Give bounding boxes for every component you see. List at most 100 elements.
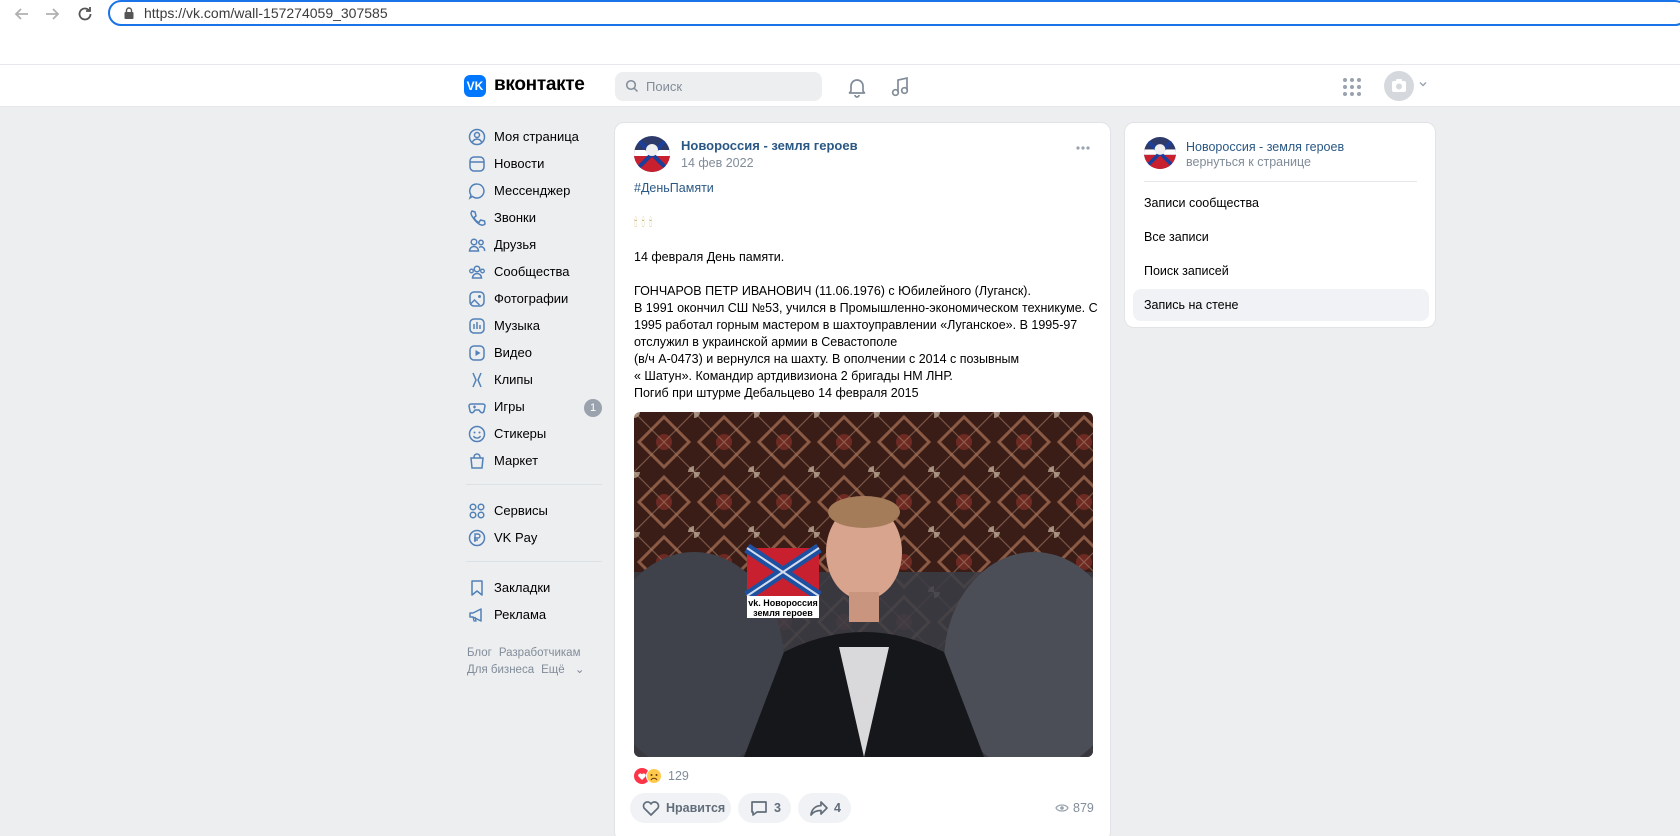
sidebar-badge: 1 [584, 399, 602, 417]
footer-blog-link[interactable]: Блог [467, 647, 492, 659]
sidebar-divider [466, 561, 602, 562]
community-name-link[interactable]: Новороссия - земля героев [1186, 140, 1344, 154]
post-author-link[interactable]: Новороссия - земля героев [681, 138, 858, 153]
sad-reaction-icon [646, 768, 662, 784]
comment-icon [751, 801, 767, 816]
sidebar-item-label: Реклама [494, 607, 547, 622]
post-hashtag-link[interactable]: #ДеньПамяти [634, 181, 714, 195]
services-icon [469, 503, 485, 519]
vk-logo-text[interactable]: вконтакте [494, 74, 585, 96]
footer-business-link[interactable]: Для бизнеса [467, 664, 534, 676]
apps-grid-icon[interactable] [1340, 75, 1364, 99]
lock-icon [124, 7, 134, 19]
post-date[interactable]: 14 фев 2022 [681, 156, 754, 170]
sidebar-item-label: Звонки [494, 210, 536, 225]
sidebar-item-label: Мессенджер [494, 183, 571, 198]
sidebar-item-services[interactable]: Сервисы [466, 498, 606, 525]
nav-all-posts[interactable]: Все записи [1133, 221, 1429, 253]
sidebar-item-phone[interactable]: Звонки [466, 205, 606, 232]
sidebar-item-vkpay[interactable]: VK Pay [466, 525, 606, 552]
post-photo[interactable]: vk. Новороссия земля героев [634, 412, 1093, 757]
phone-icon [470, 210, 486, 226]
sidebar-item-label: VK Pay [494, 530, 538, 545]
candle-emoji: 🕯🕯🕯 [634, 215, 657, 229]
sidebar-item-label: Клипы [494, 372, 533, 387]
sidebar-item-friends[interactable]: Друзья [466, 232, 606, 259]
views-count: 879 [1073, 801, 1094, 815]
avatar[interactable] [1384, 71, 1414, 101]
sidebar-item-market[interactable]: Маркет [466, 448, 606, 475]
video-icon [469, 345, 485, 361]
nav-search-posts[interactable]: Поиск записей [1133, 255, 1429, 287]
sidebar-item-bookmark[interactable]: Закладки [466, 575, 606, 602]
url-text[interactable]: https://vk.com/wall-157274059_307585 [144, 5, 388, 21]
watermark-line-2: земля героев [753, 608, 813, 618]
user-icon [468, 128, 486, 146]
community-avatar[interactable] [634, 136, 670, 172]
sidebar-item-user[interactable]: Моя страница [466, 124, 606, 151]
chevron-down-icon[interactable] [1418, 79, 1428, 89]
bell-icon[interactable] [845, 75, 869, 99]
address-bar[interactable]: https://vk.com/wall-157274059_307585 [108, 0, 1680, 26]
back-arrow-icon[interactable] [12, 4, 32, 24]
news-icon [469, 156, 485, 172]
friends-icon [468, 238, 486, 252]
share-button[interactable]: 4 [798, 793, 851, 823]
sidebar-item-games[interactable]: Игры 1 [466, 394, 606, 421]
vk-logo-icon[interactable]: VK [464, 75, 486, 97]
sidebar-item-communities[interactable]: Сообщества [466, 259, 606, 286]
sidebar-item-clips[interactable]: Клипы [466, 367, 606, 394]
nav-community-posts[interactable]: Записи сообщества [1133, 187, 1429, 219]
sidebar-item-label: Видео [494, 345, 532, 360]
nav-wall-post[interactable]: Запись на стене [1133, 289, 1429, 321]
message-icon [468, 183, 485, 200]
clips-icon [472, 372, 482, 388]
sidebar-item-message[interactable]: Мессенджер [466, 178, 606, 205]
more-options-icon[interactable] [1075, 145, 1091, 151]
post-text-line: ГОНЧАРОВ ПЕТР ИВАНОВИЧ (11.06.1976) с Юб… [634, 284, 1031, 298]
sidebar-item-label: Сервисы [494, 503, 548, 518]
post-text-line: отслужил в украинской армии в Севастопол… [634, 335, 898, 349]
watermark-line-1: vk. Новороссия [748, 598, 818, 608]
sidebar-item-music[interactable]: Музыка [466, 313, 606, 340]
post-text-line: В 1991 окончил СШ №53, учился в Промышле… [634, 301, 1098, 315]
ads-icon [469, 608, 482, 622]
photo-icon [469, 291, 485, 307]
sidebar-item-label: Фотографии [494, 291, 569, 306]
search-icon [625, 79, 639, 93]
sticker-icon [468, 425, 486, 443]
post-text-line: 14 февраля День памяти. [634, 250, 785, 264]
music-note-icon[interactable] [888, 75, 912, 99]
comment-button[interactable]: 3 [738, 793, 791, 823]
search-input[interactable]: Поиск [615, 72, 822, 101]
like-button[interactable]: Нравится [630, 793, 731, 823]
sidebar-item-video[interactable]: Видео [466, 340, 606, 367]
like-label: Нравится [666, 801, 726, 815]
reload-icon[interactable] [75, 4, 95, 24]
post-text-line: 1995 работал горным мастером в шахтоупра… [634, 318, 1078, 332]
heart-icon [642, 801, 660, 816]
sidebar-item-news[interactable]: Новости [466, 151, 606, 178]
wall-post: Новороссия - земля героев 14 фев 2022 #Д… [614, 122, 1111, 836]
communities-icon [469, 265, 485, 279]
bookmark-icon [471, 580, 483, 596]
sidebar-item-label: Музыка [494, 318, 540, 333]
footer-developers-link[interactable]: Разработчикам [499, 647, 581, 659]
sidebar-item-sticker[interactable]: Стикеры [466, 421, 606, 448]
sidebar-item-photo[interactable]: Фотографии [466, 286, 606, 313]
sidebar-item-label: Стикеры [494, 426, 547, 441]
back-to-page-link[interactable]: вернуться к странице [1186, 155, 1311, 169]
share-count: 4 [834, 801, 841, 815]
market-icon [470, 453, 484, 469]
forward-arrow-icon[interactable] [42, 4, 62, 24]
sidebar-item-label: Закладки [494, 580, 551, 595]
community-avatar-small[interactable] [1144, 137, 1176, 169]
camera-icon [1392, 79, 1406, 92]
left-sidebar: Моя страница Новости Мессенджер Звонки Друзь… [466, 124, 606, 629]
footer-more-link[interactable]: Ещё ⌄ [541, 664, 584, 676]
search-placeholder: Поиск [646, 79, 683, 94]
post-text-line: Погиб при штурме Дебальцево 14 февраля 2… [634, 386, 919, 400]
sidebar-item-label: Сообщества [494, 264, 570, 279]
sidebar-item-label: Маркет [494, 453, 539, 468]
sidebar-item-ads[interactable]: Реклама [466, 602, 606, 629]
